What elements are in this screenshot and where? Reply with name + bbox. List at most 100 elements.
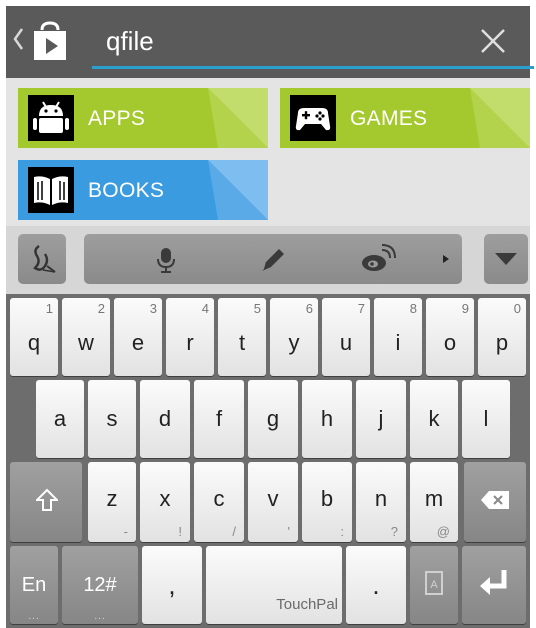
pencil-icon[interactable] xyxy=(259,246,287,274)
key-number: 7 xyxy=(357,301,365,316)
key-p[interactable]: 0 p xyxy=(478,298,526,376)
key-j[interactable]: j xyxy=(356,380,406,458)
key-q[interactable]: 1 q xyxy=(10,298,58,376)
search-input[interactable] xyxy=(92,20,452,62)
key-number: 6 xyxy=(305,301,313,316)
games-label: GAMES xyxy=(350,107,428,130)
search-bar xyxy=(6,6,534,78)
search-underline xyxy=(92,66,534,69)
key-label: h xyxy=(320,406,334,431)
key-i[interactable]: 8 i xyxy=(374,298,422,376)
key-label: t xyxy=(238,330,246,355)
key-y[interactable]: 6 y xyxy=(270,298,318,376)
key-x[interactable]: x ! xyxy=(140,462,190,542)
enter-key[interactable] xyxy=(462,546,526,624)
language-key[interactable]: En ... xyxy=(10,546,58,624)
key-label: y xyxy=(288,330,300,355)
key-sub-symbol: / xyxy=(232,524,236,539)
key-sub-symbol: ! xyxy=(178,524,182,539)
books-label: BOOKS xyxy=(88,179,165,202)
key-label: s xyxy=(106,406,118,431)
key-m[interactable]: m @ xyxy=(410,462,458,542)
tile-fold-decoration xyxy=(208,160,268,220)
handwriting-button[interactable] xyxy=(18,234,66,284)
comma-key[interactable]: , xyxy=(142,546,202,624)
key-u[interactable]: 7 u xyxy=(322,298,370,376)
input-mode-icon: A xyxy=(425,571,443,595)
shift-icon xyxy=(36,488,58,511)
key-w[interactable]: 2 w xyxy=(62,298,110,376)
key-label: p xyxy=(495,330,509,355)
key-label: o xyxy=(443,330,457,355)
key-s[interactable]: s xyxy=(88,380,136,458)
weibo-icon[interactable] xyxy=(360,244,396,274)
key-label: d xyxy=(158,406,172,431)
games-category-tile[interactable]: GAMES xyxy=(280,88,530,148)
key-sub-symbol: @ xyxy=(436,524,450,539)
key-sub-symbol: ' xyxy=(287,524,290,539)
key-label: u xyxy=(339,330,353,355)
key-e[interactable]: 3 e xyxy=(114,298,162,376)
space-brand-label: TouchPal xyxy=(276,596,338,613)
key-l[interactable]: l xyxy=(462,380,510,458)
key-f[interactable]: f xyxy=(194,380,244,458)
key-n[interactable]: n ? xyxy=(356,462,406,542)
key-label: f xyxy=(215,406,223,431)
apps-category-tile[interactable]: APPS xyxy=(18,88,268,148)
key-label: q xyxy=(27,330,41,355)
key-label: r xyxy=(186,330,194,355)
category-panel: APPS GAMES BOOKS xyxy=(6,78,530,226)
apps-label: APPS xyxy=(88,107,146,130)
key-v[interactable]: v ' xyxy=(248,462,298,542)
key-number: 3 xyxy=(149,301,157,316)
enter-icon xyxy=(480,570,507,595)
handwriting-icon xyxy=(33,245,56,273)
key-label: z xyxy=(106,486,118,511)
books-category-tile[interactable]: BOOKS xyxy=(18,160,268,220)
period-key[interactable]: . xyxy=(346,546,406,624)
key-number: 0 xyxy=(513,301,521,316)
microphone-icon[interactable] xyxy=(154,246,178,274)
hide-keyboard-button[interactable] xyxy=(484,234,528,284)
key-k[interactable]: k xyxy=(410,380,458,458)
key-a[interactable]: a xyxy=(36,380,84,458)
expand-arrow-icon[interactable] xyxy=(442,254,450,264)
backspace-icon xyxy=(481,491,509,509)
key-o[interactable]: 9 o xyxy=(426,298,474,376)
key-b[interactable]: b : xyxy=(302,462,352,542)
input-mode-key[interactable]: A xyxy=(410,546,458,624)
hide-keyboard-icon xyxy=(495,253,517,265)
key-label: a xyxy=(53,406,67,431)
key-d[interactable]: d xyxy=(140,380,190,458)
symbols-key[interactable]: 12# ... xyxy=(62,546,138,624)
key-t[interactable]: 5 t xyxy=(218,298,266,376)
shift-key[interactable] xyxy=(10,462,82,542)
clear-search-button[interactable] xyxy=(478,26,508,56)
key-label: i xyxy=(395,330,401,355)
key-number: 9 xyxy=(461,301,469,316)
key-sub-symbol: : xyxy=(340,524,344,539)
keyboard-toolbar xyxy=(6,226,530,294)
key-number: 1 xyxy=(45,301,53,316)
key-label: x xyxy=(159,486,171,511)
space-key[interactable]: TouchPal xyxy=(206,546,342,624)
gamepad-icon xyxy=(290,95,336,141)
key-r[interactable]: 4 r xyxy=(166,298,214,376)
key-label: c xyxy=(213,486,225,511)
key-z[interactable]: z - xyxy=(88,462,136,542)
key-label: j xyxy=(378,406,384,431)
key-label: m xyxy=(424,486,444,511)
key-label: g xyxy=(266,406,280,431)
key-number: 2 xyxy=(97,301,105,316)
key-label: 12# xyxy=(83,574,117,596)
play-store-icon[interactable] xyxy=(30,20,70,62)
backspace-key[interactable] xyxy=(464,462,526,542)
key-c[interactable]: c / xyxy=(194,462,244,542)
key-label: v xyxy=(267,486,279,511)
key-label: w xyxy=(78,330,94,355)
back-chevron-icon[interactable] xyxy=(12,26,24,52)
key-sub-symbol: ? xyxy=(390,524,398,539)
svg-text:A: A xyxy=(430,579,438,591)
key-g[interactable]: g xyxy=(248,380,298,458)
key-h[interactable]: h xyxy=(302,380,352,458)
